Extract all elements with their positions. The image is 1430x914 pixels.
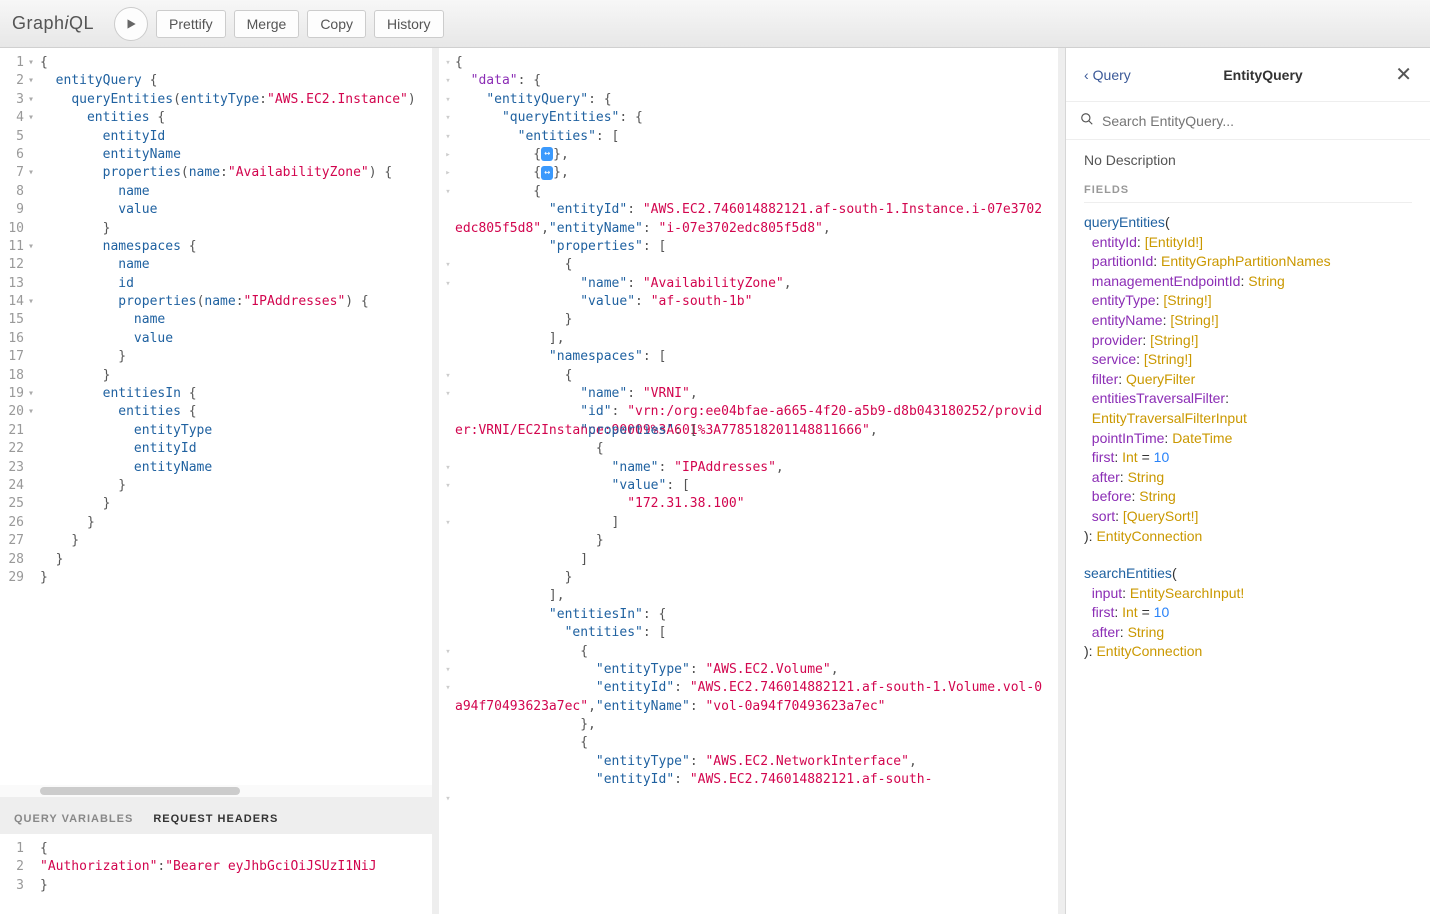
doc-body: No Description FIELDS queryEntities( ent… (1066, 140, 1430, 914)
doc-explorer: ‹ Query EntityQuery ✕ No Description FIE… (1065, 48, 1430, 914)
tab-query-variables[interactable]: QUERY VARIABLES (14, 813, 133, 825)
doc-title: EntityQuery (1223, 67, 1302, 83)
topbar: GraphiQL Prettify Merge Copy History (0, 0, 1430, 48)
main: 1▾2▾3▾4▾567▾891011▾121314▾1516171819▾20▾… (0, 48, 1430, 914)
doc-close-button[interactable]: ✕ (1395, 62, 1412, 87)
chevron-left-icon: ‹ (1084, 67, 1089, 83)
doc-header: ‹ Query EntityQuery ✕ (1066, 48, 1430, 102)
search-icon (1080, 112, 1094, 129)
merge-button[interactable]: Merge (234, 10, 300, 38)
field-searchEntities[interactable]: searchEntities( input: EntitySearchInput… (1084, 564, 1412, 662)
horizontal-scrollbar[interactable] (0, 785, 432, 797)
doc-back-label: Query (1093, 67, 1131, 83)
doc-search-input[interactable] (1102, 113, 1416, 129)
bottom-panel: QUERY VARIABLES REQUEST HEADERS 123 { "A… (0, 797, 432, 914)
query-code[interactable]: { entityQuery { queryEntities(entityType… (36, 48, 420, 785)
headers-gutter: 123 (0, 834, 36, 914)
tab-request-headers[interactable]: REQUEST HEADERS (153, 813, 278, 825)
query-editor[interactable]: 1▾2▾3▾4▾567▾891011▾121314▾1516171819▾20▾… (0, 48, 432, 785)
headers-code[interactable]: { "Authorization": "Bearer eyJhbGciOiJSU… (36, 834, 381, 914)
history-button[interactable]: History (374, 10, 444, 38)
result-pane: ▾▾▾▾▾▸▸▾▾▾▾▾▾▾▾▾▾▾▾ { "data": { "entityQ… (432, 48, 1065, 914)
copy-button[interactable]: Copy (307, 10, 366, 38)
scroll-thumb[interactable] (40, 787, 240, 795)
doc-description: No Description (1084, 152, 1412, 168)
query-editor-pane: 1▾2▾3▾4▾567▾891011▾121314▾1516171819▾20▾… (0, 48, 432, 914)
field-queryEntities[interactable]: queryEntities( entityId: [EntityId!] par… (1084, 213, 1412, 546)
close-icon: ✕ (1395, 64, 1412, 86)
doc-fields-label: FIELDS (1084, 184, 1412, 203)
logo: GraphiQL (12, 13, 94, 34)
bottom-tabbar: QUERY VARIABLES REQUEST HEADERS (0, 804, 432, 834)
query-gutter: 1▾2▾3▾4▾567▾891011▾121314▾1516171819▾20▾… (0, 48, 36, 785)
execute-button[interactable] (114, 7, 148, 41)
doc-search (1066, 102, 1430, 140)
result-code: { "data": { "entityQuery": { "queryEntit… (455, 54, 1045, 845)
play-icon (124, 17, 138, 31)
result-gutter: ▾▾▾▾▾▸▸▾▾▾▾▾▾▾▾▾▾▾▾ (441, 54, 455, 845)
doc-back-button[interactable]: ‹ Query (1084, 67, 1131, 83)
result-viewer[interactable]: ▾▾▾▾▾▸▸▾▾▾▾▾▾▾▾▾▾▾▾ { "data": { "entityQ… (439, 48, 1058, 851)
headers-editor[interactable]: 123 { "Authorization": "Bearer eyJhbGciO… (0, 834, 432, 914)
prettify-button[interactable]: Prettify (156, 10, 226, 38)
